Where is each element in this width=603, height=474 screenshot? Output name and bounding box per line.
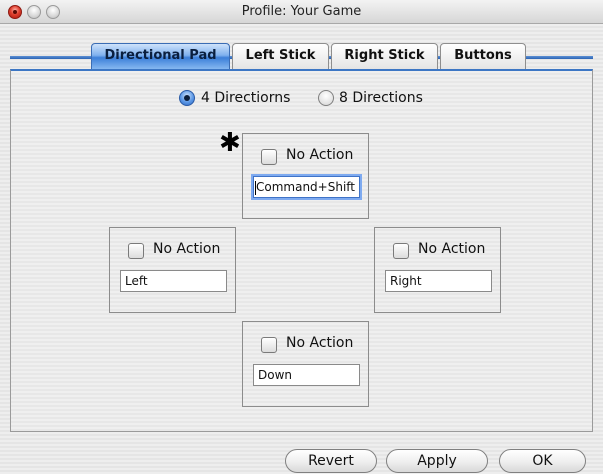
selected-direction-indicator: ✱ — [219, 128, 241, 158]
right-key-field[interactable]: Right — [385, 270, 492, 292]
down-no-action-checkbox[interactable] — [261, 337, 277, 353]
radio-8-directions-label[interactable]: 8 Directions — [339, 90, 423, 107]
revert-button[interactable]: Revert — [285, 449, 377, 473]
down-key-field[interactable]: Down — [253, 364, 360, 386]
title-bar: Profile: Your Game — [0, 0, 603, 24]
tab-directional-pad[interactable]: Directional Pad — [91, 43, 230, 69]
up-key-value: Command+Shift — [255, 180, 355, 194]
up-no-action-checkbox[interactable] — [261, 149, 277, 165]
left-no-action-checkbox[interactable] — [128, 243, 144, 259]
radio-4-directions-label[interactable]: 4 Directiorns — [201, 90, 290, 107]
direction-box-down: No Action Down — [242, 321, 369, 407]
window-title: Profile: Your Game — [241, 4, 362, 19]
tab-buttons[interactable]: Buttons — [440, 43, 526, 69]
up-key-field[interactable]: Command+Shift — [253, 176, 360, 198]
direction-box-right: No Action Right — [374, 227, 501, 313]
apply-button[interactable]: Apply — [386, 449, 488, 473]
up-no-action-label[interactable]: No Action — [286, 147, 353, 163]
left-key-field[interactable]: Left — [120, 270, 227, 292]
ok-button[interactable]: OK — [499, 449, 586, 473]
tab-right-stick[interactable]: Right Stick — [331, 43, 438, 69]
right-no-action-label[interactable]: No Action — [418, 241, 485, 257]
down-no-action-label[interactable]: No Action — [286, 335, 353, 351]
profile-window: Profile: Your Game Directional Pad Left … — [0, 0, 603, 474]
radio-8-directions[interactable] — [318, 90, 334, 106]
left-no-action-label[interactable]: No Action — [153, 241, 220, 257]
radio-4-directions[interactable] — [179, 90, 195, 106]
direction-box-up: No Action Command+Shift — [242, 133, 369, 219]
tab-left-stick[interactable]: Left Stick — [232, 43, 329, 69]
right-no-action-checkbox[interactable] — [393, 243, 409, 259]
direction-box-left: No Action Left — [109, 227, 236, 313]
